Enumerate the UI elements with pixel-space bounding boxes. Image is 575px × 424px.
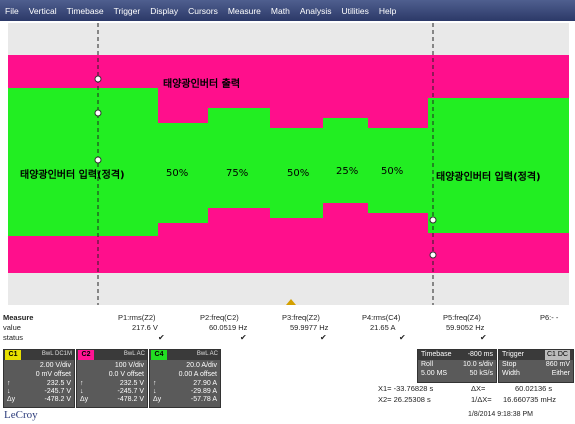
menu-help[interactable]: Help	[374, 6, 401, 16]
menu-display[interactable]: Display	[145, 6, 183, 16]
timestamp: 1/8/2014 9:18:38 PM	[468, 411, 533, 418]
menu-file[interactable]: File	[0, 6, 24, 16]
timebase-box[interactable]: Timebase -800 ms Roll 10.0 s/div 5.00 MS …	[417, 349, 497, 383]
status-check-icon: ✔	[240, 333, 247, 342]
delta-icon: Δy	[7, 396, 16, 403]
menu-bar: File Vertical Timebase Trigger Display C…	[0, 0, 575, 21]
up-arrow-icon: ↑	[7, 380, 11, 387]
menu-vertical[interactable]: Vertical	[24, 6, 62, 16]
delta-icon: Δy	[80, 396, 89, 403]
timebase-delay: -800 ms	[467, 351, 493, 358]
param-name[interactable]: P5:freq(Z4)	[443, 313, 481, 322]
channel-up: 232.5 V	[46, 380, 71, 387]
param-name[interactable]: P3:freq(Z2)	[282, 313, 320, 322]
channel-tag: C2	[78, 350, 94, 360]
param-name[interactable]: P2:freq(C2)	[200, 313, 239, 322]
menu-utilities[interactable]: Utilities	[336, 6, 373, 16]
step-label: 75%	[226, 168, 249, 179]
status-check-icon: ✔	[399, 333, 406, 342]
cursor-dx-value: 60.02136 s	[515, 384, 553, 393]
down-arrow-icon: ↓	[80, 388, 84, 395]
channel-scale: 100 V/div	[114, 362, 144, 369]
channel-scale: 2.00 V/div	[39, 362, 71, 369]
value-label: value	[3, 323, 21, 332]
trigger-width: Width	[502, 370, 520, 377]
measure-header: Measure	[3, 313, 34, 322]
input-label-left: 태양광인버터 입력(정격)	[20, 170, 125, 181]
channel-offset: 0.0 V offset	[108, 371, 144, 378]
channel-box-c2[interactable]: C2 BwL AC 100 V/div 0.0 V offset ↑ 232.5 …	[76, 349, 148, 408]
channel-coupling: BwL AC	[196, 351, 218, 357]
step-label: 50%	[166, 168, 189, 179]
param-value: 21.65 A	[370, 323, 396, 332]
status-check-icon: ✔	[320, 333, 327, 342]
channel-down: -245.7 V	[117, 388, 144, 395]
delta-icon: Δy	[153, 396, 162, 403]
input-label-right: 태양광인버터 입력(정격)	[436, 172, 541, 183]
step-label: 50%	[287, 168, 310, 179]
channel-scale: 20.0 A/div	[186, 362, 217, 369]
channel-coupling: BwL DC1M	[41, 351, 72, 357]
param-value: 59.9052 Hz	[446, 323, 485, 332]
status-check-icon: ✔	[480, 333, 487, 342]
menu-timebase[interactable]: Timebase	[62, 6, 109, 16]
param-value: 59.9977 Hz	[290, 323, 329, 332]
status-check-icon: ✔	[158, 333, 165, 342]
channel-offset: 0 mV offset	[35, 371, 71, 378]
timebase-rate: 50 kS/s	[469, 370, 493, 377]
channel-box-c1[interactable]: C1 BwL DC1M 2.00 V/div 0 mV offset ↑ 232.…	[3, 349, 75, 408]
channel-down: -29.89 A	[190, 388, 217, 395]
menu-math[interactable]: Math	[266, 6, 295, 16]
param-name[interactable]: P6:- -	[540, 313, 558, 322]
param-name[interactable]: P1:rms(Z2)	[118, 313, 156, 322]
waveform-display[interactable]: 태양광인버터 출력 태양광인버터 입력(정격) 태양광인버터 입력(정격) 50…	[8, 23, 569, 305]
trigger-chip: C1 DC	[544, 350, 570, 360]
channel-box-c4[interactable]: C4 BwL AC 20.0 A/div 0.00 A offset ↑ 27.9…	[149, 349, 221, 408]
channel-tag: C1	[5, 350, 21, 360]
channel-tag: C4	[151, 350, 167, 360]
waveform-canvas	[8, 23, 569, 305]
timebase-label: Timebase	[421, 351, 452, 358]
up-arrow-icon: ↑	[80, 380, 84, 387]
channel-delta: -478.2 V	[44, 396, 71, 403]
channel-offset: 0.00 A offset	[178, 371, 217, 378]
up-arrow-icon: ↑	[153, 380, 157, 387]
channel-delta: -57.78 A	[190, 396, 217, 403]
trigger-level: 860 mV	[545, 361, 570, 368]
channel-up: 27.90 A	[193, 380, 217, 387]
menu-analysis[interactable]: Analysis	[295, 6, 337, 16]
status-label: status	[3, 333, 24, 342]
measure-table: Measure P1:rms(Z2) P2:freq(C2) P3:freq(Z…	[0, 308, 575, 348]
channel-delta: -478.2 V	[117, 396, 144, 403]
channel-up: 232.5 V	[119, 380, 144, 387]
trigger-stop: Stop	[502, 361, 517, 368]
trigger-label: Trigger	[502, 351, 524, 358]
cursor-inv-label: 1/ΔX=	[471, 395, 492, 404]
down-arrow-icon: ↓	[153, 388, 157, 395]
menu-cursors[interactable]: Cursors	[183, 6, 223, 16]
timebase-mode: Roll	[421, 361, 434, 368]
cursor-dx-label: ΔX=	[471, 384, 486, 393]
param-value: 217.6 V	[132, 323, 158, 332]
lecroy-logo: LeCroy	[4, 409, 38, 421]
step-label: 50%	[381, 166, 404, 177]
cursor-inv-value: 16.660735 mHz	[503, 395, 556, 404]
trigger-box[interactable]: Trigger C1 DC Stop 860 mV Width Either	[498, 349, 574, 383]
trigger-edge: Either	[551, 370, 570, 377]
step-label: 25%	[336, 166, 359, 177]
down-arrow-icon: ↓	[7, 388, 11, 395]
param-name[interactable]: P4:rms(C4)	[362, 313, 400, 322]
cursor-x1: X1= -33.76828 s	[378, 384, 434, 393]
cursor-readout: X1= -33.76828 s ΔX= 60.02136 s X2= 26.25…	[373, 384, 573, 406]
channel-coupling: BwL AC	[123, 351, 145, 357]
menu-trigger[interactable]: Trigger	[109, 6, 146, 16]
menu-measure[interactable]: Measure	[223, 6, 266, 16]
param-value: 60.0519 Hz	[209, 323, 248, 332]
timebase-samples: 5.00 MS	[421, 370, 448, 377]
timebase-tdiv: 10.0 s/div	[463, 361, 493, 368]
cursor-x2: X2= 26.25308 s	[378, 395, 431, 404]
channel-down: -245.7 V	[44, 388, 71, 395]
output-label: 태양광인버터 출력	[163, 79, 241, 90]
